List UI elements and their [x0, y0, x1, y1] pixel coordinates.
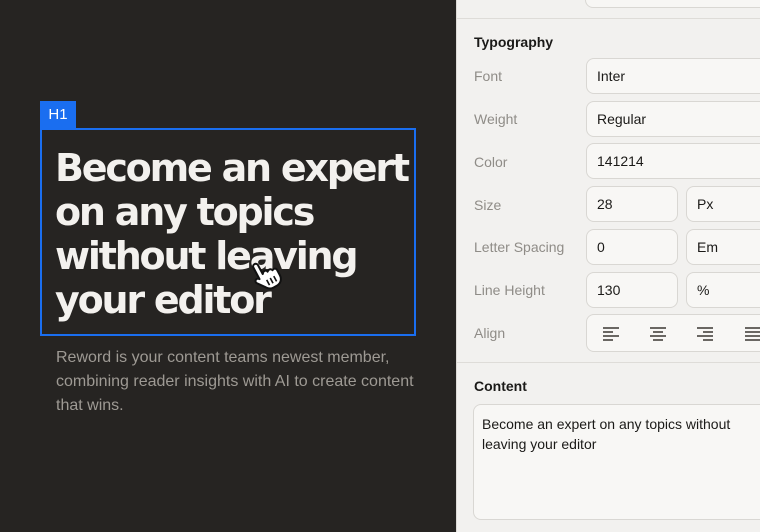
align-left-icon[interactable] — [603, 327, 619, 341]
weight-value: Regular — [597, 111, 647, 127]
align-right-icon[interactable] — [697, 327, 713, 341]
hand-pointer-icon — [252, 262, 282, 290]
line-height-value: 130 — [597, 282, 621, 298]
size-label: Size — [474, 197, 502, 213]
content-textarea[interactable]: Become an expert on any topics without l… — [473, 404, 760, 520]
align-button-group[interactable] — [586, 314, 760, 352]
size-unit-select[interactable]: Px ⌄ — [686, 186, 760, 222]
previous-section-field[interactable] — [585, 0, 760, 8]
letter-spacing-value: 0 — [597, 239, 605, 255]
letter-spacing-unit-value: Em — [697, 239, 718, 255]
weight-label: Weight — [474, 111, 518, 127]
align-center-icon[interactable] — [650, 327, 666, 341]
align-label: Align — [474, 325, 506, 341]
letter-spacing-input[interactable]: 0 — [586, 229, 678, 265]
line-height-input[interactable]: 130 — [586, 272, 678, 308]
section-divider — [457, 18, 760, 19]
letter-spacing-label: Letter Spacing — [474, 239, 565, 255]
font-label: Font — [474, 68, 503, 84]
properties-panel: Typography Font Inter ⌄ Weight Regular ⌄… — [456, 0, 760, 532]
headline-text[interactable]: Become an expert on any topics without l… — [55, 146, 415, 322]
line-height-unit-select[interactable]: % ⌄ — [686, 272, 760, 308]
design-canvas[interactable]: H1 Become an expert on any topics withou… — [0, 0, 456, 532]
element-type-tag: H1 — [40, 101, 76, 129]
align-justify-icon[interactable] — [745, 327, 760, 341]
size-input[interactable]: 28 — [586, 186, 678, 222]
color-value: 141214 — [597, 153, 644, 169]
typography-section-title: Typography — [474, 34, 554, 50]
size-value: 28 — [597, 196, 613, 212]
subheading-text[interactable]: Reword is your content teams newest memb… — [56, 346, 416, 418]
weight-select[interactable]: Regular ⌄ — [586, 101, 760, 137]
letter-spacing-unit-select[interactable]: Em ⌄ — [686, 229, 760, 265]
font-value: Inter — [597, 68, 626, 84]
font-select[interactable]: Inter ⌄ — [586, 58, 760, 94]
section-divider — [457, 362, 760, 363]
color-input[interactable]: 141214 — [586, 143, 760, 179]
content-section-title: Content — [474, 378, 527, 394]
size-unit-value: Px — [697, 196, 714, 212]
color-label: Color — [474, 154, 508, 170]
line-height-label: Line Height — [474, 282, 545, 298]
line-height-unit-value: % — [697, 282, 710, 298]
